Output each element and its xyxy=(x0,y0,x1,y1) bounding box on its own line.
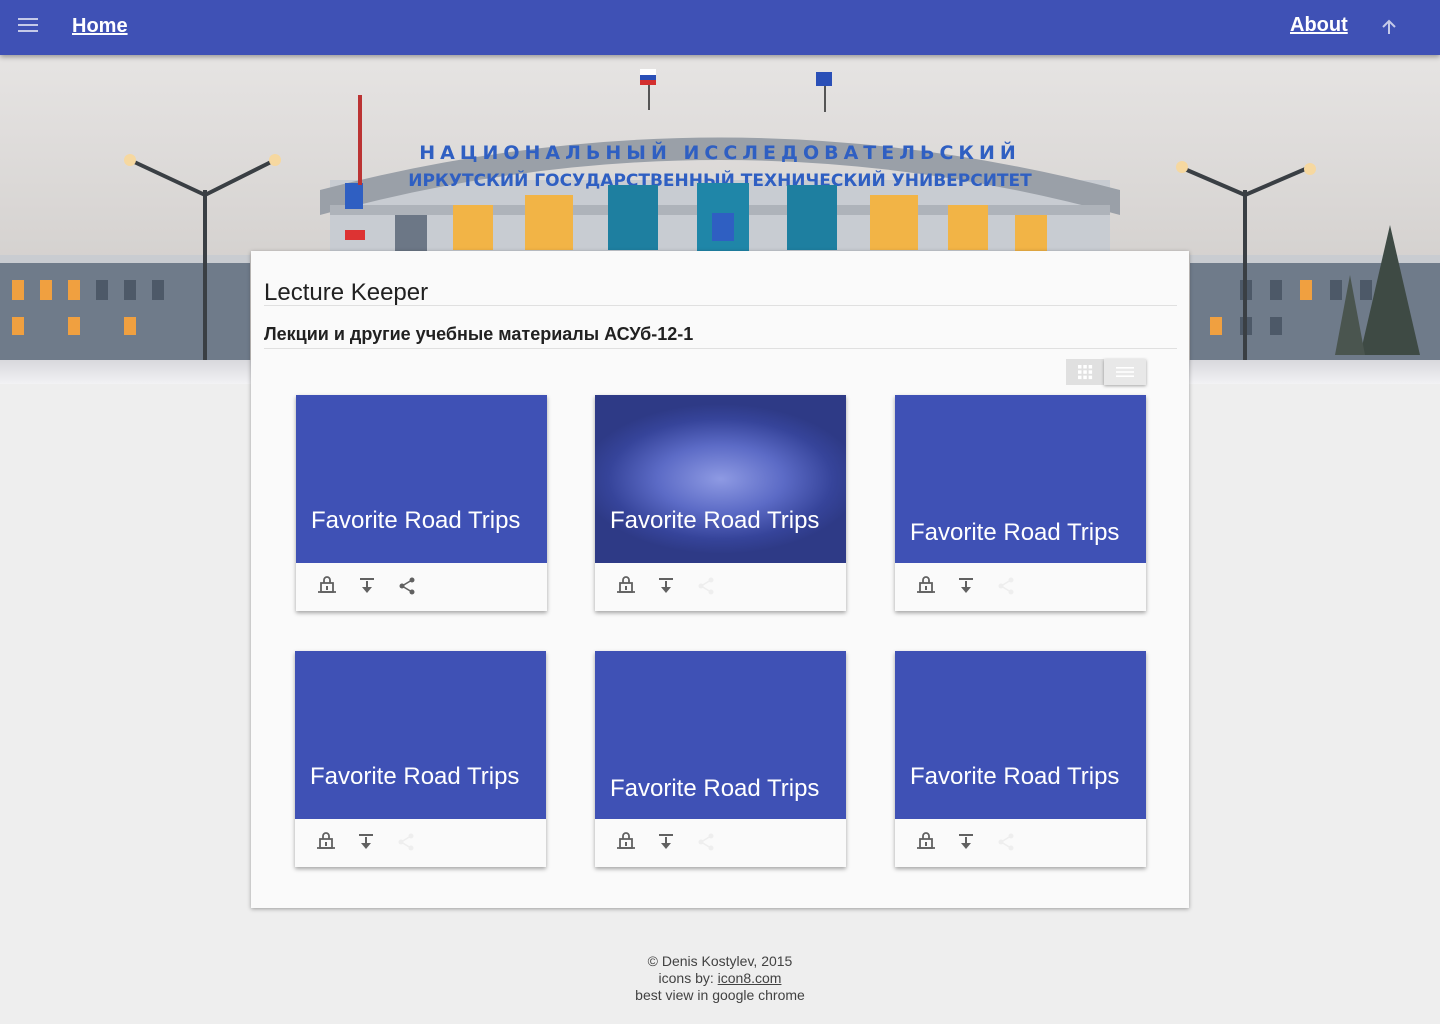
share-icon[interactable] xyxy=(695,831,717,853)
tile-title: Favorite Road Trips xyxy=(610,507,820,534)
menu-icon[interactable] xyxy=(18,18,38,36)
grid-view-button[interactable] xyxy=(1066,359,1104,385)
icons-credit-link[interactable]: icon8.com xyxy=(718,970,782,986)
tile-actions xyxy=(295,819,546,867)
tile-actions xyxy=(895,819,1146,867)
divider xyxy=(264,305,1177,306)
footer-icons-credit: icons by: icon8.com xyxy=(0,970,1440,987)
footer-copyright: © Denis Kostylev, 2015 xyxy=(647,953,793,969)
nav-about-link[interactable]: About xyxy=(1290,14,1348,37)
tile-title: Favorite Road Trips xyxy=(910,519,1120,546)
page-title: Lecture Keeper xyxy=(264,279,429,306)
divider xyxy=(264,348,1177,349)
lecture-tile[interactable]: Favorite Road Trips xyxy=(295,651,546,867)
tile-title: Favorite Road Trips xyxy=(910,763,1120,790)
tile-actions xyxy=(595,819,846,867)
top-app-bar: Home About xyxy=(0,0,1440,55)
tile-actions xyxy=(895,563,1146,611)
tile-title: Favorite Road Trips xyxy=(610,775,820,802)
share-icon[interactable] xyxy=(995,575,1017,597)
tile-media: Favorite Road Trips xyxy=(895,651,1146,819)
footer: © Denis Kostylev, 2015 icons by: icon8.c… xyxy=(0,953,1440,1004)
arrow-up-icon[interactable] xyxy=(1379,17,1399,37)
tile-title: Favorite Road Trips xyxy=(310,763,520,790)
nav-home-link[interactable]: Home xyxy=(72,15,128,38)
download-icon[interactable] xyxy=(356,575,378,597)
content-card: Lecture Keeper Лекции и другие учебные м… xyxy=(251,251,1189,908)
tile-media: Favorite Road Trips xyxy=(895,395,1146,563)
view-toggle xyxy=(1066,359,1146,385)
tile-title: Favorite Road Trips xyxy=(311,507,521,534)
download-icon[interactable] xyxy=(655,831,677,853)
tile-media: Favorite Road Trips xyxy=(595,395,846,563)
svg-text:НАЦИОНАЛЬНЫЙ ИССЛЕДОВАТЕЛЬСКИЙ: НАЦИОНАЛЬНЫЙ ИССЛЕДОВАТЕЛЬСКИЙ xyxy=(419,141,1021,164)
list-view-button[interactable] xyxy=(1104,359,1146,385)
lecture-tile[interactable]: Favorite Road Trips xyxy=(296,395,547,611)
laptop-lock-icon[interactable] xyxy=(915,831,937,853)
lecture-tile[interactable]: Favorite Road Trips xyxy=(595,651,846,867)
laptop-lock-icon[interactable] xyxy=(316,575,338,597)
tile-actions xyxy=(595,563,846,611)
page-subtitle: Лекции и другие учебные материалы АСУб-1… xyxy=(264,324,694,344)
list-view-icon xyxy=(1116,367,1134,377)
share-icon[interactable] xyxy=(995,831,1017,853)
download-icon[interactable] xyxy=(655,575,677,597)
laptop-lock-icon[interactable] xyxy=(315,831,337,853)
share-icon[interactable] xyxy=(396,575,418,597)
footer-icons-prefix: icons by: xyxy=(658,970,718,986)
lecture-tile[interactable]: Favorite Road Trips xyxy=(595,395,846,611)
share-icon[interactable] xyxy=(695,575,717,597)
lecture-tile[interactable]: Favorite Road Trips xyxy=(895,651,1146,867)
tile-media: Favorite Road Trips xyxy=(296,395,547,563)
grid-view-icon xyxy=(1078,365,1093,380)
download-icon[interactable] xyxy=(955,575,977,597)
tile-media: Favorite Road Trips xyxy=(595,651,846,819)
tile-media: Favorite Road Trips xyxy=(295,651,546,819)
footer-browser-note: best view in google chrome xyxy=(635,987,805,1003)
download-icon[interactable] xyxy=(355,831,377,853)
download-icon[interactable] xyxy=(955,831,977,853)
lecture-tile[interactable]: Favorite Road Trips xyxy=(895,395,1146,611)
share-icon[interactable] xyxy=(395,831,417,853)
laptop-lock-icon[interactable] xyxy=(615,575,637,597)
laptop-lock-icon[interactable] xyxy=(615,831,637,853)
laptop-lock-icon[interactable] xyxy=(915,575,937,597)
tile-actions xyxy=(296,563,547,611)
